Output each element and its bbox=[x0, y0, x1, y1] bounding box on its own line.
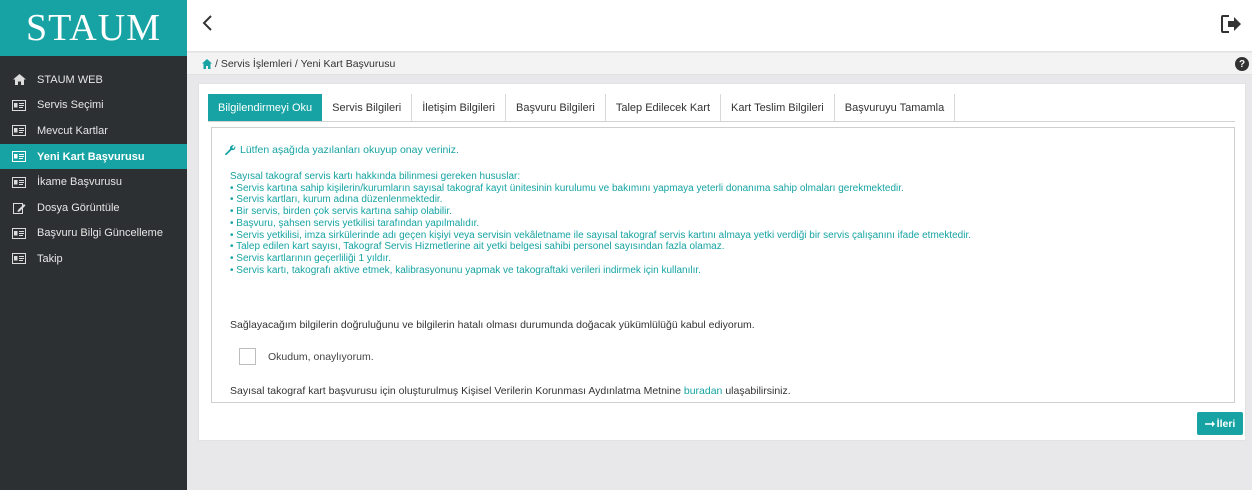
sidebar-item-label: Yeni Kart Başvurusu bbox=[37, 150, 145, 163]
arrow-right-icon bbox=[1204, 420, 1215, 427]
info-text-block: Sayısal takograf servis kartı hakkında b… bbox=[230, 171, 971, 276]
sidebar-item-basvuru-bilgi-guncelleme[interactable]: Başvuru Bilgi Güncelleme bbox=[0, 221, 187, 247]
info-item: • Servis kartlarının geçerliliği 1 yıldı… bbox=[230, 252, 391, 264]
kvkk-text-before: Sayısal takograf kart başvurusu için olu… bbox=[230, 385, 684, 397]
id-card-icon bbox=[12, 253, 26, 265]
id-card-icon bbox=[12, 151, 26, 163]
info-item: • Servis yetkilisi, imza sirkülerinde ad… bbox=[230, 229, 972, 241]
help-icon[interactable]: ? bbox=[1235, 57, 1249, 71]
sidebar-item-label: Mevcut Kartlar bbox=[37, 124, 108, 137]
sign-out-icon bbox=[1221, 15, 1241, 33]
id-card-icon bbox=[12, 99, 26, 111]
sidebar-item-mevcut-kartlar[interactable]: Mevcut Kartlar bbox=[0, 118, 187, 144]
tab-servis-bilgileri[interactable]: Servis Bilgileri bbox=[322, 94, 413, 121]
notice-text: Lütfen aşağıda yazılanları okuyup onay v… bbox=[240, 144, 459, 156]
tab-bilgilendirmeyi-oku[interactable]: Bilgilendirmeyi Oku bbox=[208, 94, 323, 121]
info-heading: Sayısal takograf servis kartı hakkında b… bbox=[230, 171, 521, 182]
sidebar-item-staum-web[interactable]: STAUM WEB bbox=[0, 67, 187, 93]
sidebar-item-yeni-kart-basvurusu[interactable]: Yeni Kart Başvurusu bbox=[0, 143, 187, 170]
next-button-label: İleri bbox=[1216, 417, 1236, 430]
tab-basvuruyu-tamamla[interactable]: Başvuruyu Tamamla bbox=[835, 94, 956, 121]
tab-iletisim-bilgileri[interactable]: İletişim Bilgileri bbox=[412, 94, 506, 121]
id-card-icon bbox=[12, 125, 26, 137]
app-logo: STAUM bbox=[0, 0, 187, 56]
id-card-icon bbox=[12, 227, 26, 239]
sidebar-item-label: STAUM WEB bbox=[37, 73, 103, 86]
sidebar-menu: STAUM WEB Servis Seçimi Mevcut Kartlar Y… bbox=[0, 67, 187, 272]
wizard-panel: Bilgilendirmeyi Oku Servis Bilgileri İle… bbox=[198, 83, 1246, 441]
sidebar-item-dosya-goruntule[interactable]: Dosya Görüntüle bbox=[0, 195, 187, 221]
info-item: • Servis kartları, kurum adına düzenlenm… bbox=[230, 194, 443, 206]
chevron-left-icon bbox=[202, 15, 212, 31]
home-icon bbox=[12, 74, 26, 86]
notice: Lütfen aşağıda yazılanları okuyup onay v… bbox=[225, 144, 459, 156]
sidebar-item-label: İkame Başvurusu bbox=[37, 176, 122, 189]
info-item: • Servis kartı, takografı aktive etmek, … bbox=[230, 264, 701, 276]
logout-button[interactable] bbox=[1220, 13, 1242, 35]
declaration-text: Sağlayacağım bilgilerin doğruluğunu ve b… bbox=[230, 319, 755, 331]
tab-talep-edilecek-kart[interactable]: Talep Edilecek Kart bbox=[606, 94, 722, 121]
sidebar-item-label: Takip bbox=[37, 252, 63, 265]
info-item: • Başvuru, şahsen servis yetkilisi taraf… bbox=[230, 217, 480, 229]
consent-label[interactable]: Okudum, onaylıyorum. bbox=[268, 351, 374, 363]
tab-basvuru-bilgileri[interactable]: Başvuru Bilgileri bbox=[506, 94, 606, 121]
sidebar-item-label: Servis Seçimi bbox=[37, 99, 104, 112]
sidebar-item-servis-secimi[interactable]: Servis Seçimi bbox=[0, 93, 187, 119]
sidebar-item-takip[interactable]: Takip bbox=[0, 246, 187, 272]
info-item: • Talep edilen kart sayısı, Takograf Ser… bbox=[230, 241, 725, 253]
kvkk-link[interactable]: buradan bbox=[684, 385, 723, 397]
wizard-tabs: Bilgilendirmeyi Oku Servis Bilgileri İle… bbox=[208, 94, 956, 121]
wrench-icon bbox=[225, 144, 236, 155]
next-button[interactable]: İleri bbox=[1197, 412, 1243, 435]
sidebar-item-label: Başvuru Bilgi Güncelleme bbox=[37, 227, 163, 240]
breadcrumb: / Servis İşlemleri / Yeni Kart Başvurusu… bbox=[187, 53, 1252, 75]
consent-checkbox[interactable] bbox=[239, 348, 256, 365]
home-icon[interactable] bbox=[202, 58, 212, 69]
info-item: • Bir servis, birden çok servis kartına … bbox=[230, 206, 452, 218]
kvkk-notice: Sayısal takograf kart başvurusu için olu… bbox=[230, 385, 791, 397]
sidebar: STAUM STAUM WEB Servis Seçimi Mevcut Kar… bbox=[0, 0, 187, 490]
sidebar-item-label: Dosya Görüntüle bbox=[37, 201, 120, 214]
back-button[interactable] bbox=[201, 13, 215, 33]
id-card-icon bbox=[12, 176, 26, 188]
info-item: • Servis kartına sahip kişilerin/kurumla… bbox=[230, 182, 904, 194]
sidebar-item-ikame-basvurusu[interactable]: İkame Başvurusu bbox=[0, 169, 187, 195]
kvkk-text-after: ulaşabilirsiniz. bbox=[722, 385, 791, 397]
tabs-divider bbox=[208, 121, 1235, 122]
breadcrumb-path: / Servis İşlemleri / Yeni Kart Başvurusu bbox=[215, 57, 396, 70]
tab-kart-teslim-bilgileri[interactable]: Kart Teslim Bilgileri bbox=[721, 94, 835, 121]
top-bar bbox=[187, 0, 1252, 52]
consent-row: Okudum, onaylıyorum. bbox=[239, 348, 374, 365]
edit-icon bbox=[12, 202, 26, 214]
